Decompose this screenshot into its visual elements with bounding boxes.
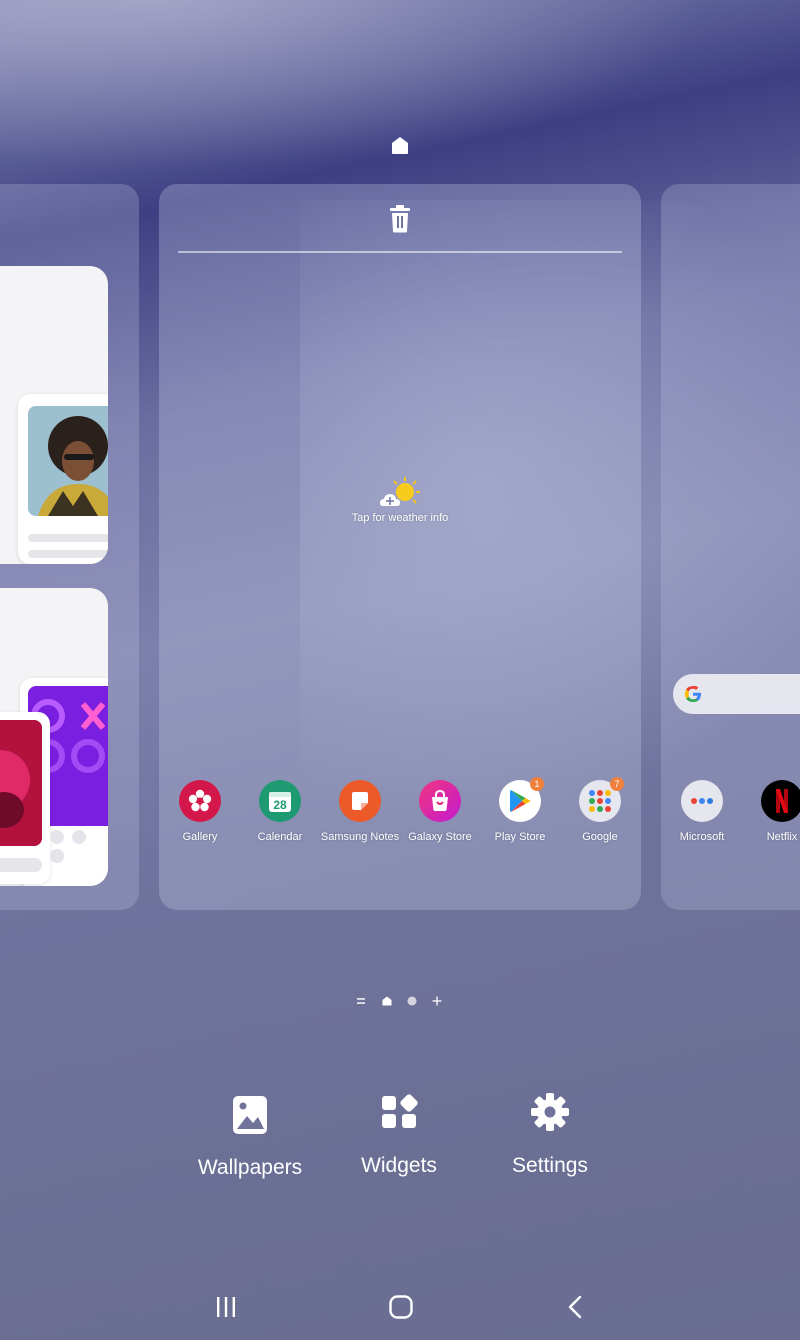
- home-button[interactable]: [381, 1292, 421, 1322]
- folder-icon: [681, 780, 723, 822]
- google-g-icon: [684, 685, 701, 702]
- page-dot-icon: [407, 996, 417, 1006]
- system-navigation-bar: [0, 1280, 800, 1340]
- page-indicator[interactable]: [355, 995, 445, 1007]
- play-icon: 1: [499, 777, 544, 822]
- app-row: Gallery 28 Calendar Samsung Notes Galaxy…: [159, 777, 641, 860]
- preview-photo: [28, 406, 108, 516]
- current-home-page[interactable]: Tap for weather info Gallery 28 Calendar…: [159, 184, 641, 910]
- discover-page-icon: [357, 998, 365, 1004]
- theme-preview-card-2[interactable]: [0, 588, 108, 886]
- app-samsung-notes[interactable]: Samsung Notes: [320, 780, 400, 843]
- home-dot-icon: [382, 996, 392, 1006]
- app-galaxy-store[interactable]: Galaxy Store: [400, 780, 480, 843]
- theme-preview-card[interactable]: [0, 266, 108, 564]
- store-icon: [419, 780, 461, 822]
- app-netflix[interactable]: Netflix: [742, 780, 800, 843]
- left-page-preview[interactable]: [0, 184, 139, 910]
- preview-neon-photo: [0, 720, 42, 846]
- back-button[interactable]: [556, 1292, 596, 1322]
- wallpapers-button[interactable]: Wallpapers: [190, 1092, 310, 1180]
- settings-button[interactable]: Settings: [490, 1092, 610, 1178]
- svg-text:28: 28: [273, 798, 287, 812]
- weather-widget[interactable]: Tap for weather info: [329, 476, 471, 524]
- weather-label: Tap for weather info: [351, 512, 449, 524]
- page-divider: [178, 251, 622, 253]
- app-google-folder[interactable]: 7 Google: [560, 777, 640, 843]
- notes-icon: [339, 780, 381, 822]
- edit-toolbar: Wallpapers Widgets Settings: [0, 1092, 800, 1202]
- widgets-button[interactable]: Widgets: [339, 1092, 459, 1178]
- app-play-store[interactable]: 1 Play Store: [480, 777, 560, 843]
- netflix-icon: [761, 780, 800, 822]
- wallpaper-icon: [233, 1096, 267, 1134]
- google-search-bar[interactable]: [673, 674, 800, 714]
- preview-inner-card: [18, 394, 108, 564]
- widgets-icon: [382, 1094, 418, 1128]
- notification-badge: 7: [610, 777, 624, 791]
- recent-apps-button[interactable]: [206, 1292, 246, 1322]
- preview-front-card: [0, 712, 50, 884]
- notification-badge: 1: [530, 777, 544, 791]
- delete-page-icon[interactable]: [387, 204, 413, 234]
- app-microsoft-folder[interactable]: Microsoft: [662, 780, 742, 843]
- weather-sun-cloud-icon: [380, 477, 420, 506]
- calendar-icon: 28: [259, 780, 301, 822]
- app-gallery[interactable]: Gallery: [160, 780, 240, 843]
- add-page-icon: [432, 996, 442, 1006]
- gallery-icon: [179, 780, 221, 822]
- home-page-icon: [392, 137, 408, 154]
- app-calendar[interactable]: 28 Calendar: [240, 780, 320, 843]
- right-page-preview[interactable]: Microsoft Netflix: [661, 184, 800, 910]
- gear-icon: [531, 1093, 569, 1131]
- folder-icon: 7: [579, 777, 624, 822]
